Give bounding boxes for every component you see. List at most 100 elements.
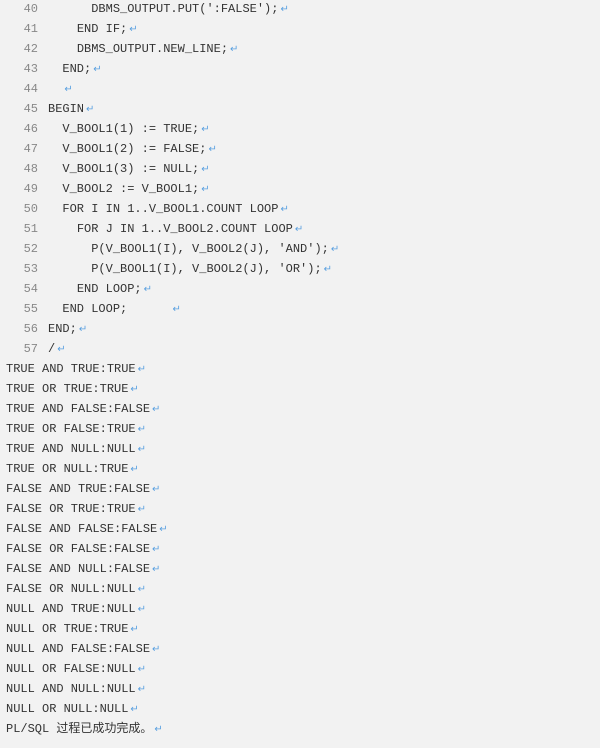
code-line: 47 V_BOOL1(2) := FALSE;↵ <box>4 140 600 160</box>
code-text: DBMS_OUTPUT.PUT(':FALSE'); <box>48 0 278 19</box>
newline-marker-icon: ↵ <box>130 621 138 640</box>
code-indent <box>48 162 62 176</box>
code-text: / <box>48 340 55 359</box>
code-text: V_BOOL2 := V_BOOL1; <box>48 180 199 199</box>
newline-marker-icon: ↵ <box>331 241 339 260</box>
code-line: 45BEGIN↵ <box>4 100 600 120</box>
output-text: FALSE OR NULL:NULL <box>4 580 136 599</box>
output-line: TRUE OR TRUE:TRUE↵ <box>4 380 600 400</box>
line-number: 56 <box>4 320 48 339</box>
code-text: END LOOP; <box>48 300 170 319</box>
output-text: FALSE OR TRUE:TRUE <box>4 500 136 519</box>
code-content: FOR J IN 1..V_BOOL2.COUNT LOOP <box>77 222 293 236</box>
output-line: TRUE AND NULL:NULL↵ <box>4 440 600 460</box>
line-number: 41 <box>4 20 48 39</box>
code-text <box>48 80 62 99</box>
newline-marker-icon: ↵ <box>138 681 146 700</box>
code-indent <box>48 282 77 296</box>
newline-marker-icon: ↵ <box>159 521 167 540</box>
newline-marker-icon: ↵ <box>172 301 180 320</box>
newline-marker-icon: ↵ <box>138 601 146 620</box>
output-text: NULL OR TRUE:TRUE <box>4 620 128 639</box>
line-number: 49 <box>4 180 48 199</box>
line-number: 45 <box>4 100 48 119</box>
code-indent <box>48 42 77 56</box>
newline-marker-icon: ↵ <box>152 481 160 500</box>
newline-marker-icon: ↵ <box>154 721 162 740</box>
newline-marker-icon: ↵ <box>130 461 138 480</box>
code-content: END LOOP; <box>62 302 170 316</box>
output-text: TRUE AND TRUE:TRUE <box>4 360 136 379</box>
output-line: FALSE OR FALSE:FALSE↵ <box>4 540 600 560</box>
code-block: 40 DBMS_OUTPUT.PUT(':FALSE');↵41 END IF;… <box>4 0 600 360</box>
code-line: 55 END LOOP; ↵ <box>4 300 600 320</box>
output-text: TRUE OR NULL:TRUE <box>4 460 128 479</box>
newline-marker-icon: ↵ <box>280 201 288 220</box>
output-text: PL/SQL 过程已成功完成。 <box>4 720 152 739</box>
code-text: BEGIN <box>48 100 84 119</box>
line-number: 55 <box>4 300 48 319</box>
line-number: 54 <box>4 280 48 299</box>
output-line: PL/SQL 过程已成功完成。↵ <box>4 720 600 740</box>
code-content: DBMS_OUTPUT.NEW_LINE; <box>77 42 228 56</box>
output-line: TRUE OR NULL:TRUE↵ <box>4 460 600 480</box>
newline-marker-icon: ↵ <box>201 121 209 140</box>
newline-marker-icon: ↵ <box>129 21 137 40</box>
code-indent <box>48 242 91 256</box>
output-line: NULL AND FALSE:FALSE↵ <box>4 640 600 660</box>
code-text: END; <box>48 60 91 79</box>
code-text: V_BOOL1(2) := FALSE; <box>48 140 206 159</box>
newline-marker-icon: ↵ <box>152 561 160 580</box>
code-text: END LOOP; <box>48 280 142 299</box>
code-text: V_BOOL1(3) := NULL; <box>48 160 199 179</box>
code-text: END IF; <box>48 20 127 39</box>
newline-marker-icon: ↵ <box>230 41 238 60</box>
line-number: 46 <box>4 120 48 139</box>
output-line: NULL AND TRUE:NULL↵ <box>4 600 600 620</box>
newline-marker-icon: ↵ <box>152 541 160 560</box>
code-content: FOR I IN 1..V_BOOL1.COUNT LOOP <box>62 202 278 216</box>
newline-marker-icon: ↵ <box>138 581 146 600</box>
output-text: TRUE OR FALSE:TRUE <box>4 420 136 439</box>
line-number: 52 <box>4 240 48 259</box>
code-indent <box>48 142 62 156</box>
code-listing: 40 DBMS_OUTPUT.PUT(':FALSE');↵41 END IF;… <box>0 0 600 748</box>
code-text: P(V_BOOL1(I), V_BOOL2(J), 'AND'); <box>48 240 329 259</box>
output-line: FALSE OR NULL:NULL↵ <box>4 580 600 600</box>
code-line: 56END;↵ <box>4 320 600 340</box>
line-number: 47 <box>4 140 48 159</box>
code-line: 41 END IF;↵ <box>4 20 600 40</box>
output-line: TRUE AND TRUE:TRUE↵ <box>4 360 600 380</box>
code-indent <box>48 2 91 16</box>
code-text: FOR I IN 1..V_BOOL1.COUNT LOOP <box>48 200 278 219</box>
newline-marker-icon: ↵ <box>208 141 216 160</box>
newline-marker-icon: ↵ <box>138 361 146 380</box>
code-text: END; <box>48 320 77 339</box>
newline-marker-icon: ↵ <box>138 441 146 460</box>
output-text: FALSE AND NULL:FALSE <box>4 560 150 579</box>
code-content: P(V_BOOL1(I), V_BOOL2(J), 'AND'); <box>91 242 329 256</box>
line-number: 43 <box>4 60 48 79</box>
line-number: 42 <box>4 40 48 59</box>
newline-marker-icon: ↵ <box>86 101 94 120</box>
code-content: DBMS_OUTPUT.PUT(':FALSE'); <box>91 2 278 16</box>
newline-marker-icon: ↵ <box>57 341 65 360</box>
newline-marker-icon: ↵ <box>130 701 138 720</box>
output-text: TRUE AND FALSE:FALSE <box>4 400 150 419</box>
output-line: TRUE AND FALSE:FALSE↵ <box>4 400 600 420</box>
code-line: 54 END LOOP;↵ <box>4 280 600 300</box>
output-text: NULL AND FALSE:FALSE <box>4 640 150 659</box>
output-text: NULL AND TRUE:NULL <box>4 600 136 619</box>
output-text: TRUE OR TRUE:TRUE <box>4 380 128 399</box>
code-indent <box>48 202 62 216</box>
output-line: FALSE AND TRUE:FALSE↵ <box>4 480 600 500</box>
code-line: 43 END;↵ <box>4 60 600 80</box>
code-line: 57/↵ <box>4 340 600 360</box>
code-indent <box>48 62 62 76</box>
code-line: 51 FOR J IN 1..V_BOOL2.COUNT LOOP↵ <box>4 220 600 240</box>
output-text: FALSE AND TRUE:FALSE <box>4 480 150 499</box>
output-line: NULL AND NULL:NULL↵ <box>4 680 600 700</box>
newline-marker-icon: ↵ <box>295 221 303 240</box>
code-content: BEGIN <box>48 102 84 116</box>
code-line: 53 P(V_BOOL1(I), V_BOOL2(J), 'OR');↵ <box>4 260 600 280</box>
